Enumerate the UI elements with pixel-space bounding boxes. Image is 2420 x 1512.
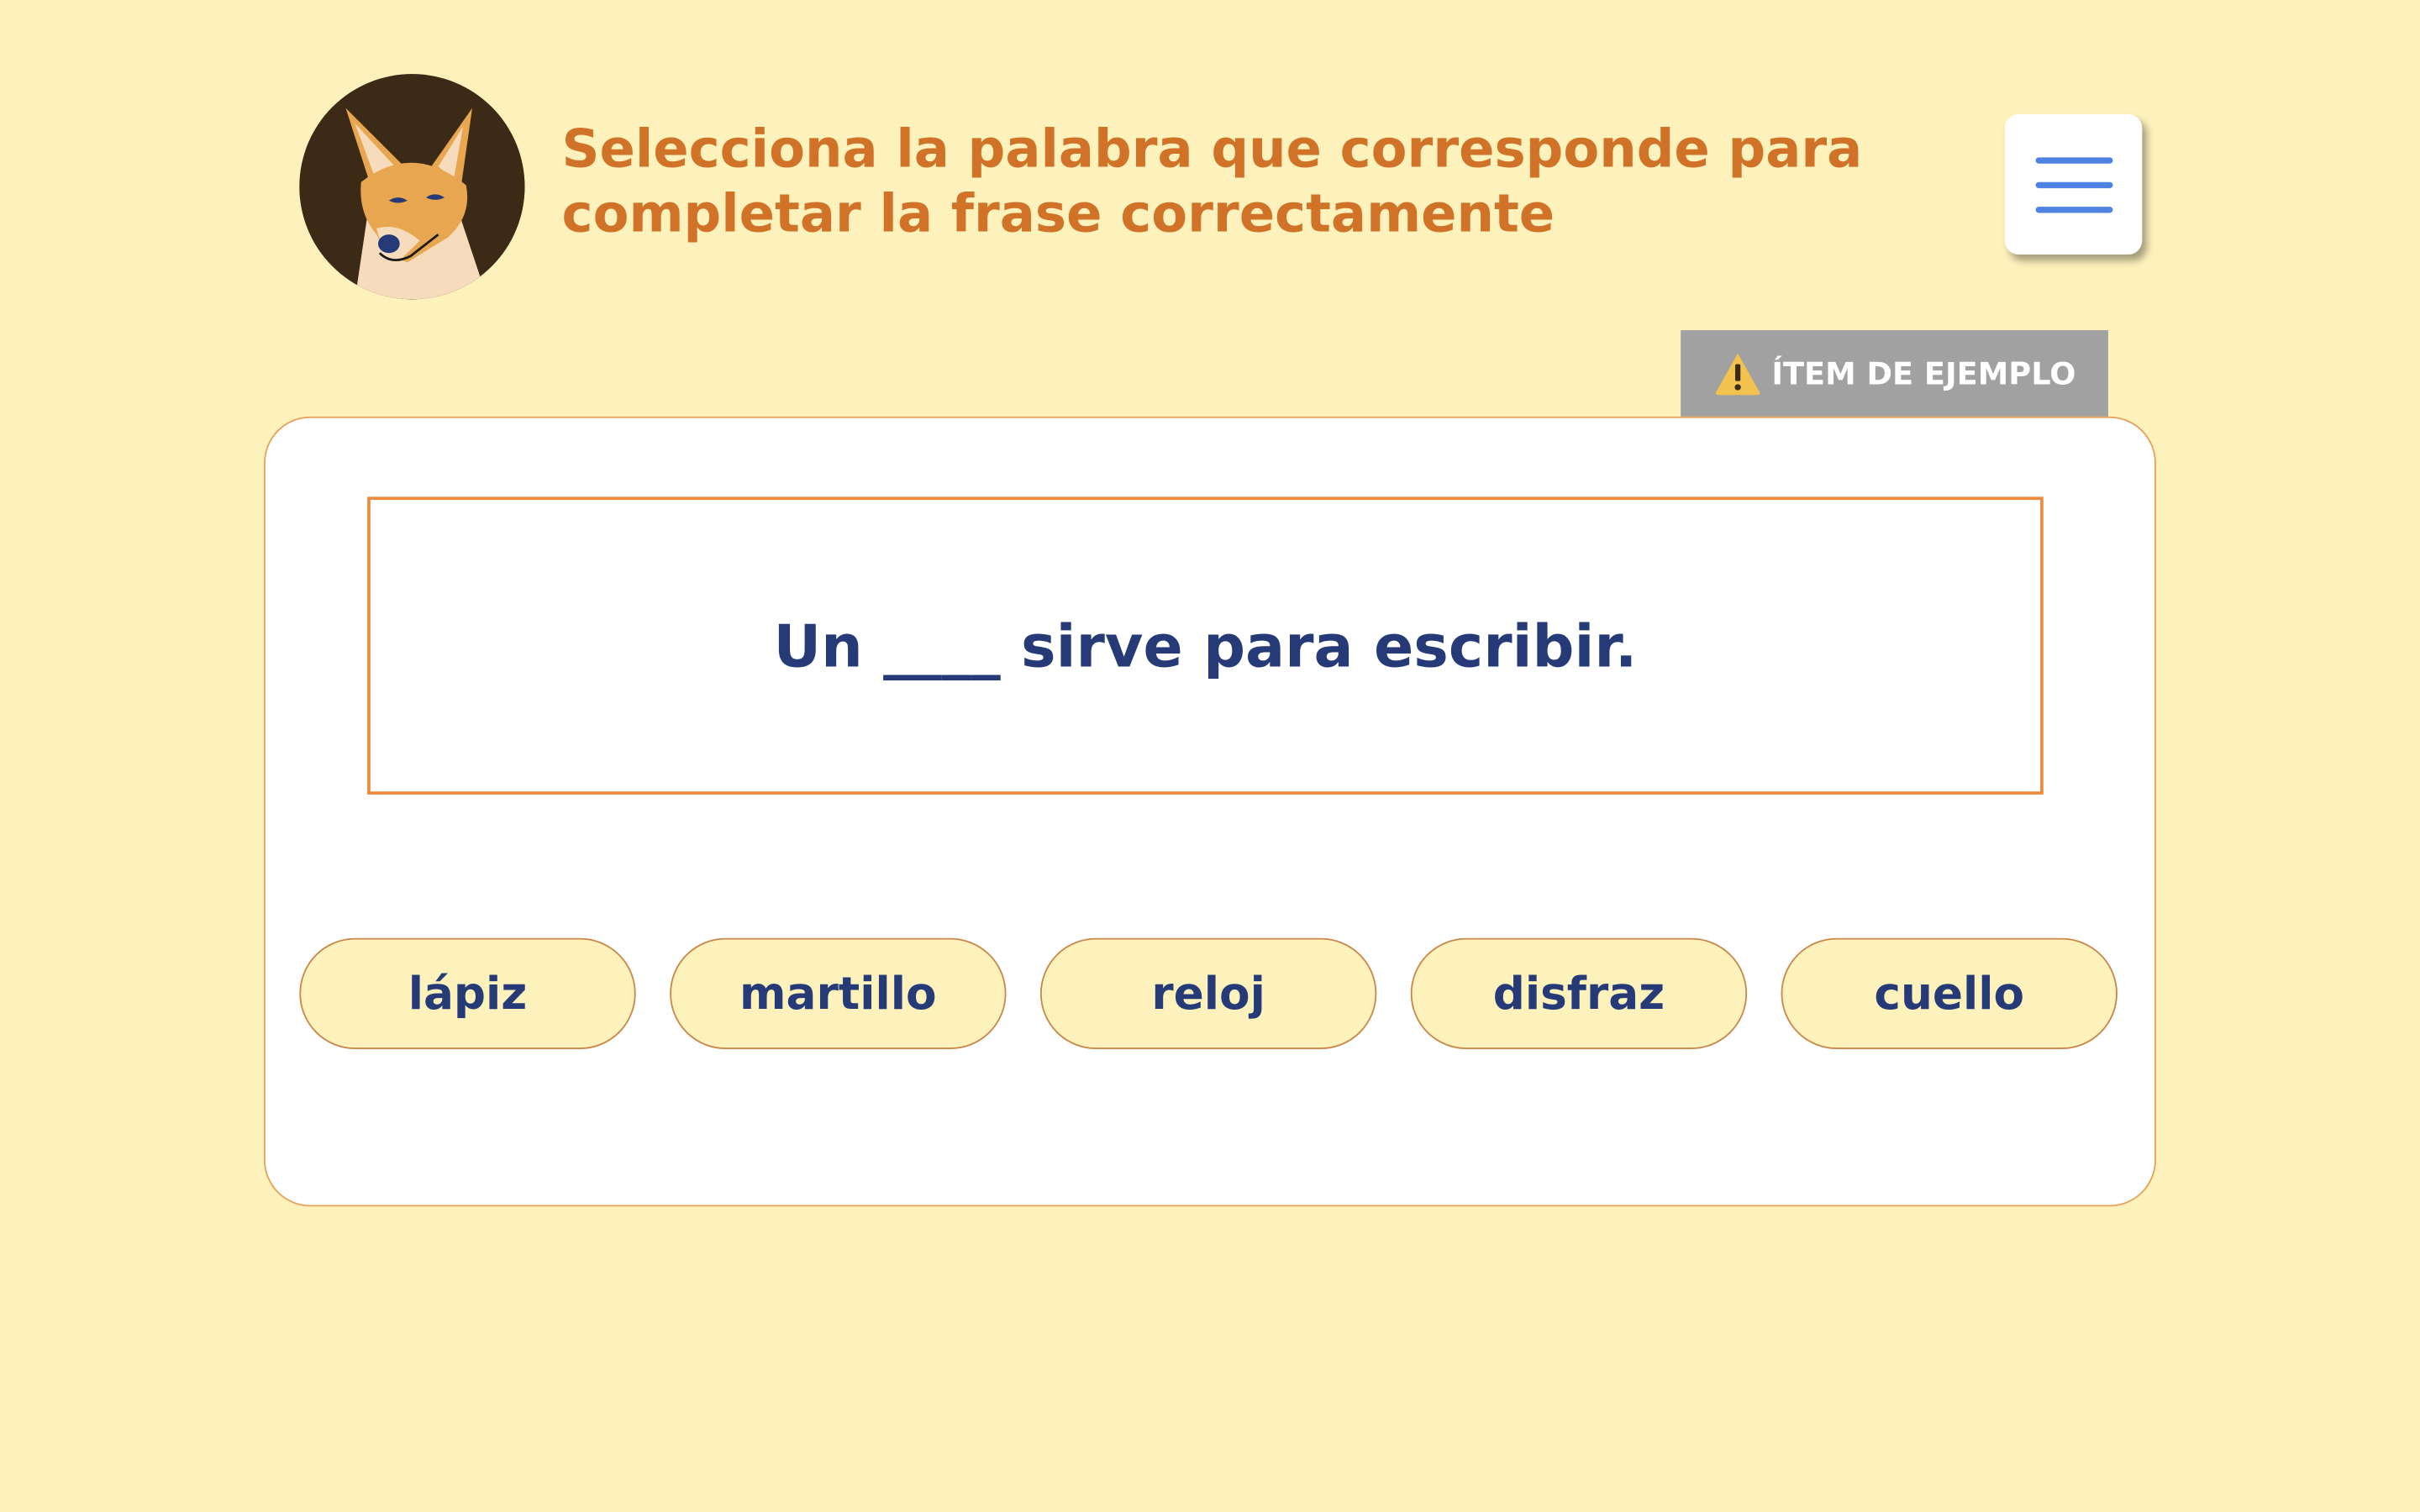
badge-label: ÍTEM DE EJEMPLO <box>1771 354 2076 392</box>
question-card: Un ____ sirve para escribir. lápiz marti… <box>264 416 2156 1207</box>
fox-avatar-icon <box>299 74 525 300</box>
option-martillo-button[interactable]: martillo <box>670 937 1007 1049</box>
warning-icon <box>1713 350 1763 396</box>
answer-options: lápiz martillo reloj disfraz cuello <box>299 937 2120 1049</box>
option-lapiz-button[interactable]: lápiz <box>299 937 636 1049</box>
question-sentence: Un ____ sirve para escribir. <box>773 612 1638 680</box>
menu-button[interactable] <box>2004 113 2143 255</box>
sentence-box: Un ____ sirve para escribir. <box>367 496 2044 795</box>
option-cuello-button[interactable]: cuello <box>1781 937 2118 1049</box>
example-item-badge: ÍTEM DE EJEMPLO <box>1681 330 2108 417</box>
option-reloj-button[interactable]: reloj <box>1039 937 1377 1049</box>
option-disfraz-button[interactable]: disfraz <box>1410 937 1748 1049</box>
app-stage: Selecciona la palabra que corresponde pa… <box>0 0 2420 1512</box>
instruction-text: Selecciona la palabra que corresponde pa… <box>561 118 1863 246</box>
